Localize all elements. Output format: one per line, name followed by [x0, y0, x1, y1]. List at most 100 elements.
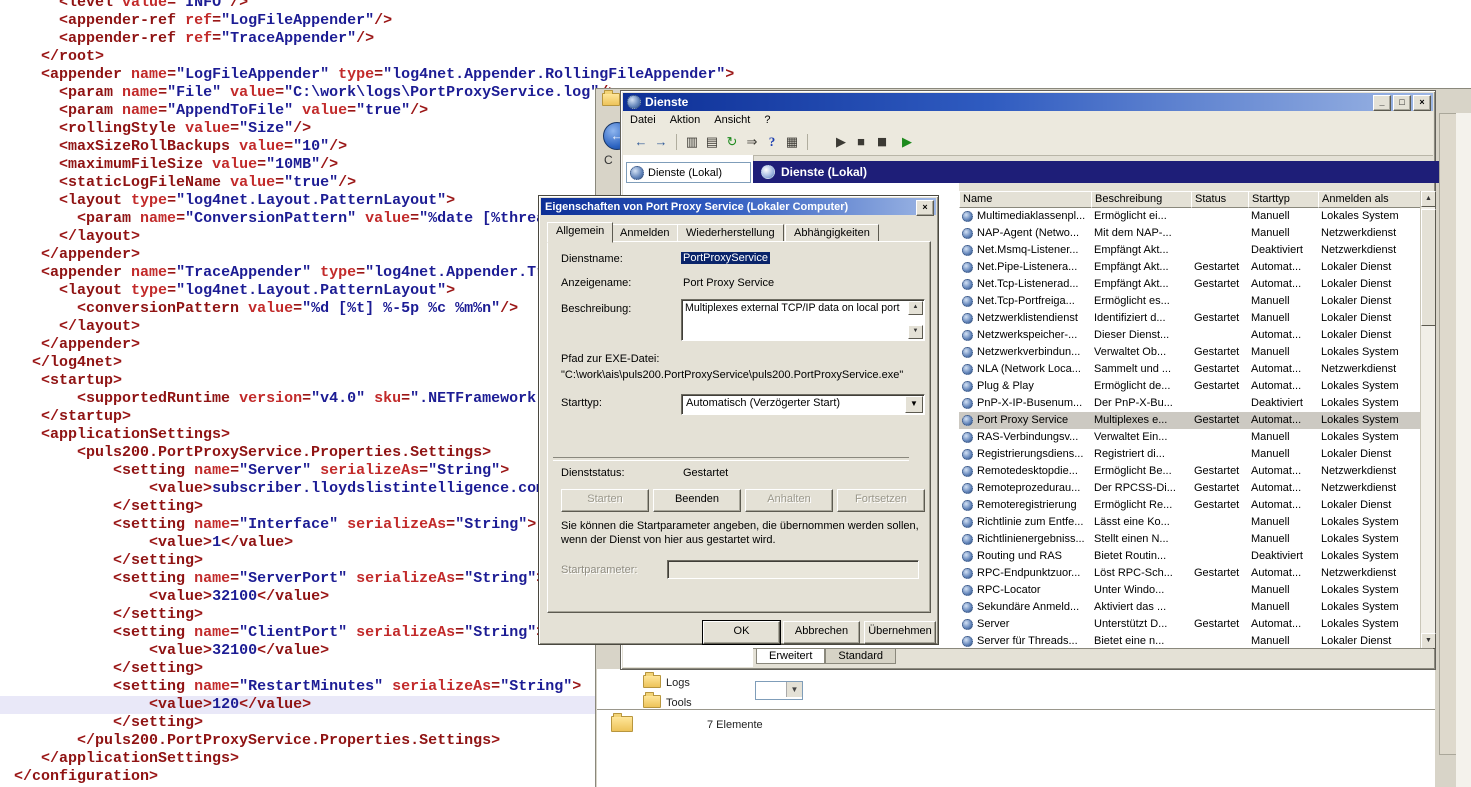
column-header-name[interactable]: Name: [959, 191, 1092, 208]
folder-icon: [643, 675, 661, 688]
menu-ansicht[interactable]: Ansicht: [707, 113, 757, 127]
service-gear-icon: [962, 364, 973, 375]
list-scrollbar[interactable]: ▲ ▼: [1420, 191, 1435, 649]
service-row[interactable]: Registrierungsdiens...Registriert di...M…: [959, 446, 1420, 463]
abbrechen-button[interactable]: Abbrechen: [783, 621, 860, 644]
close-button[interactable]: ×: [1413, 95, 1431, 111]
tab-erweitert[interactable]: Erweitert: [756, 649, 825, 664]
menu-aktion[interactable]: Aktion: [663, 113, 708, 127]
service-gear-icon: [962, 415, 973, 426]
service-row[interactable]: Plug & PlayErmöglicht de...GestartetAuto…: [959, 378, 1420, 395]
service-row[interactable]: Remotedesktopdie...Ermöglicht Be...Gesta…: [959, 463, 1420, 480]
service-starttyp-cell: Automat...: [1248, 463, 1318, 480]
service-row[interactable]: NetzwerklistendienstIdentifiziert d...Ge…: [959, 310, 1420, 327]
service-name-cell: Server für Threads...: [959, 633, 1091, 649]
beenden-button[interactable]: Beenden: [653, 489, 741, 512]
menu-datei[interactable]: Datei: [623, 113, 663, 127]
service-row[interactable]: RPC-LocatorUnter Windo...ManuellLokales …: [959, 582, 1420, 599]
service-row[interactable]: Net.Pipe-Listenera...Empfängt Akt...Gest…: [959, 259, 1420, 276]
filename-dropdown[interactable]: ▼: [755, 681, 803, 700]
service-row[interactable]: RemoteregistrierungErmöglicht Re...Gesta…: [959, 497, 1420, 514]
service-row[interactable]: Routing und RASBietet Routin...Deaktivie…: [959, 548, 1420, 565]
service-row[interactable]: NAP-Agent (Netwo...Mit dem NAP-...Manuel…: [959, 225, 1420, 242]
service-logon-cell: Lokaler Dienst: [1318, 310, 1420, 327]
service-row[interactable]: Richtlinie zum Entfe...Lässt eine Ko...M…: [959, 514, 1420, 531]
service-row[interactable]: Multimediaklassenpl...Ermöglicht ei...Ma…: [959, 208, 1420, 225]
start-service-icon[interactable]: ▶: [831, 133, 851, 151]
file-row[interactable]: Logs: [643, 675, 690, 691]
service-row[interactable]: RPC-Endpunktzuor...Löst RPC-Sch...Gestar…: [959, 565, 1420, 582]
tab-standard[interactable]: Standard: [825, 649, 896, 664]
extended-view-icon[interactable]: ▦: [782, 133, 802, 151]
description-scroll-down-button[interactable]: ▼: [908, 325, 923, 339]
service-gear-icon: [962, 245, 973, 256]
service-starttyp-cell: Manuell: [1248, 514, 1318, 531]
service-starttyp-cell: Manuell: [1248, 599, 1318, 616]
service-row[interactable]: Netzwerkverbindun...Verwaltet Ob...Gesta…: [959, 344, 1420, 361]
scroll-down-button[interactable]: ▼: [1421, 633, 1436, 649]
show-tree-icon[interactable]: ▥: [682, 133, 702, 151]
ok-button[interactable]: OK: [703, 621, 780, 644]
pause-service-icon[interactable]: ▮▮: [871, 133, 891, 151]
service-logon-cell: Lokaler Dienst: [1318, 259, 1420, 276]
beschreibung-textbox[interactable]: Multiplexes external TCP/IP data on loca…: [681, 299, 925, 341]
file-list: Logs ▼ Tools: [597, 669, 1435, 709]
service-desc-cell: Ermöglicht Re...: [1091, 497, 1191, 514]
restart-service-icon[interactable]: ▶: [897, 133, 917, 151]
export-icon[interactable]: ⇒: [742, 133, 762, 151]
export-list-icon[interactable]: ▤: [702, 133, 722, 151]
starttyp-dropdown[interactable]: Automatisch (Verzögerter Start) ▼: [681, 394, 925, 415]
scroll-up-button[interactable]: ▲: [1421, 191, 1436, 207]
service-row[interactable]: Server für Threads...Bietet eine n...Man…: [959, 633, 1420, 649]
service-status-cell: [1191, 446, 1248, 463]
chevron-down-icon[interactable]: ▼: [905, 396, 923, 413]
services-list: Name Beschreibung Status Starttyp Anmeld…: [959, 191, 1420, 649]
service-row[interactable]: Netzwerkspeicher-...Dieser Dienst...Auto…: [959, 327, 1420, 344]
service-row[interactable]: NLA (Network Loca...Sammelt und ...Gesta…: [959, 361, 1420, 378]
column-header-beschreibung[interactable]: Beschreibung: [1091, 191, 1192, 208]
forward-icon[interactable]: →: [651, 133, 671, 151]
service-status-cell: [1191, 327, 1248, 344]
service-gear-icon: [962, 398, 973, 409]
service-status-cell: Gestartet: [1191, 412, 1248, 429]
file-row[interactable]: Tools: [643, 695, 692, 709]
stop-service-icon[interactable]: ■: [851, 133, 871, 151]
tree-item-dienste-lokal[interactable]: Dienste (Lokal): [626, 162, 751, 183]
service-logon-cell: Lokaler Dienst: [1318, 446, 1420, 463]
explorer-scrollbar[interactable]: [1439, 113, 1457, 755]
dienstname-field[interactable]: PortProxyService: [681, 252, 770, 264]
column-header-starttyp[interactable]: Starttyp: [1248, 191, 1319, 208]
uebernehmen-button[interactable]: Übernehmen: [864, 621, 936, 644]
service-row[interactable]: Net.Msmq-Listener...Empfängt Akt...Deakt…: [959, 242, 1420, 259]
service-row[interactable]: Richtlinienergebniss...Stellt einen N...…: [959, 531, 1420, 548]
service-status-cell: [1191, 548, 1248, 565]
service-row[interactable]: ServerUnterstützt D...GestartetAutomat..…: [959, 616, 1420, 633]
dialog-titlebar[interactable]: Eigenschaften von Port Proxy Service (Lo…: [541, 198, 936, 215]
services-titlebar[interactable]: Dienste _ □ ×: [623, 93, 1433, 111]
column-header-status[interactable]: Status: [1191, 191, 1249, 208]
service-starttyp-cell: Automat...: [1248, 616, 1318, 633]
service-row[interactable]: Port Proxy ServiceMultiplexes e...Gestar…: [959, 412, 1420, 429]
anzeigename-value[interactable]: Port Proxy Service: [683, 277, 774, 289]
service-row[interactable]: RAS-Verbindungsv...Verwaltet Ein...Manue…: [959, 429, 1420, 446]
service-name-cell: Richtlinie zum Entfe...: [959, 514, 1091, 531]
service-row[interactable]: Net.Tcp-Listenerad...Empfängt Akt...Gest…: [959, 276, 1420, 293]
column-header-anmelden[interactable]: Anmelden als: [1318, 191, 1420, 208]
tab-allgemein[interactable]: Allgemein: [547, 222, 613, 243]
help-icon[interactable]: ?: [762, 133, 782, 151]
dialog-close-button[interactable]: ×: [916, 200, 934, 216]
back-icon[interactable]: ←: [631, 133, 651, 151]
service-row[interactable]: PnP-X-IP-Busenum...Der PnP-X-Bu...Deakti…: [959, 395, 1420, 412]
description-scroll-up-button[interactable]: ▲: [908, 301, 923, 315]
pfad-value: "C:\work\ais\puls200.PortProxyService\pu…: [561, 369, 903, 381]
maximize-button[interactable]: □: [1393, 95, 1411, 111]
minimize-button[interactable]: _: [1373, 95, 1391, 111]
service-row[interactable]: Net.Tcp-Portfreiga...Ermöglicht es...Man…: [959, 293, 1420, 310]
service-row[interactable]: Sekundäre Anmeld...Aktiviert das ...Manu…: [959, 599, 1420, 616]
scrollbar-thumb[interactable]: [1421, 209, 1436, 326]
code-line: <appender name="LogFileAppender" type="l…: [0, 66, 1471, 84]
service-row[interactable]: Remoteprozedurau...Der RPCSS-Di...Gestar…: [959, 480, 1420, 497]
menu-hilfe[interactable]: ?: [757, 113, 777, 127]
anzeigename-label: Anzeigename:: [561, 277, 631, 289]
refresh-icon[interactable]: ↻: [722, 133, 742, 151]
